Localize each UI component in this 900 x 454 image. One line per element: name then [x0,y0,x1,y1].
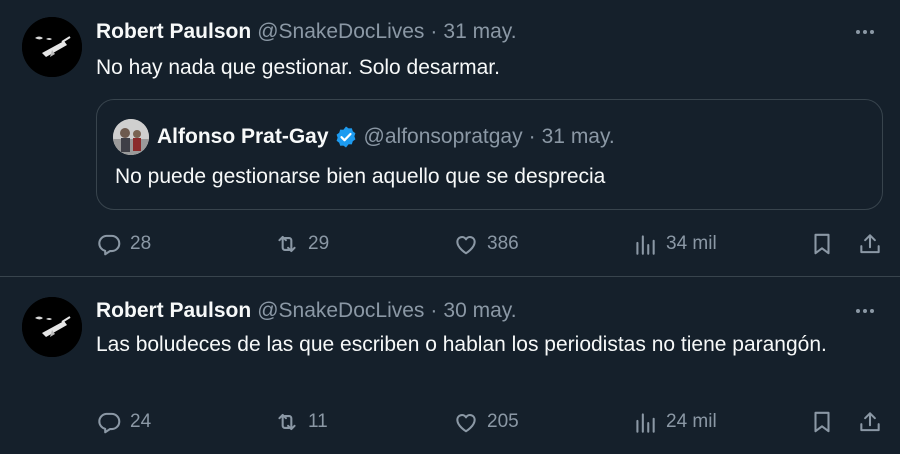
retweet-count: 11 [308,411,328,432]
separator-dot: · [430,20,438,43]
author-handle[interactable]: @SnakeDocLives [257,20,424,44]
like-button[interactable]: 205 [453,402,519,442]
more-dots-icon [856,309,860,313]
reply-icon [98,234,121,256]
bookmark-icon [814,411,830,433]
retweet-icon [278,235,296,253]
heart-icon [456,236,476,255]
views-chart-icon [636,235,655,255]
bookmark-button[interactable] [809,402,835,442]
reply-count: 24 [130,411,152,432]
tweet[interactable]: Robert Paulson @SnakeDocLives · 31 may. … [0,0,900,277]
quoted-author-name[interactable]: Alfonso Prat-Gay [157,125,329,149]
author-handle[interactable]: @SnakeDocLives [257,299,424,323]
tweet-actions: 28 29 386 34 mil [0,224,900,264]
quoted-avatar[interactable] [113,119,149,155]
retweet-button[interactable]: 29 [274,224,329,264]
quoted-tweet-date[interactable]: 31 may. [542,125,615,149]
quoted-tweet-text: No puede gestionarse bien aquello que se… [115,165,606,188]
views-chart-icon [636,413,655,433]
views-button[interactable]: 24 mil [632,402,717,442]
author-name[interactable]: Robert Paulson [96,20,251,44]
more-options-button[interactable] [850,296,880,326]
reply-icon [98,412,121,434]
tweet-date[interactable]: 31 may. [443,20,516,44]
retweet-icon [278,413,296,431]
timeline-feed: Robert Paulson @SnakeDocLives · 31 may. … [0,0,900,454]
separator-dot: · [430,299,438,322]
tweet-text: Las boludeces de las que escriben o habl… [96,333,827,356]
tweet-actions: 24 11 205 24 mil [0,402,900,442]
avatar-image-icon [22,297,82,357]
author-name[interactable]: Robert Paulson [96,299,251,323]
verified-badge-icon [334,125,358,149]
like-count: 386 [487,233,519,254]
separator-dot: · [528,125,536,148]
heart-icon [456,414,476,433]
bookmark-icon [814,233,830,255]
views-count: 34 mil [666,233,717,254]
retweet-button[interactable]: 11 [274,402,328,442]
more-options-button[interactable] [850,17,880,47]
share-icon [860,412,880,432]
quoted-tweet[interactable]: Alfonso Prat-Gay @alfonsopratgay · 31 ma… [96,99,883,210]
tweet[interactable]: Robert Paulson @SnakeDocLives · 30 may. … [0,277,900,454]
quoted-header: Alfonso Prat-Gay @alfonsopratgay · 31 ma… [157,122,615,152]
reply-button[interactable]: 28 [96,224,151,264]
views-button[interactable]: 34 mil [632,224,717,264]
more-dots-icon [856,30,860,34]
share-button[interactable] [857,224,883,264]
avatar[interactable] [22,297,82,357]
quoted-author-handle[interactable]: @alfonsopratgay [364,125,523,149]
tweet-date[interactable]: 30 may. [443,299,516,323]
share-button[interactable] [857,402,883,442]
views-count: 24 mil [666,411,717,432]
avatar[interactable] [22,17,82,77]
reply-count: 28 [130,233,152,254]
tweet-header: Robert Paulson @SnakeDocLives · 31 may. [96,17,880,47]
retweet-count: 29 [308,233,330,254]
share-icon [860,234,880,254]
tweet-text: No hay nada que gestionar. Solo desarmar… [96,56,500,79]
like-button[interactable]: 386 [453,224,519,264]
reply-button[interactable]: 24 [96,402,151,442]
bookmark-button[interactable] [809,224,835,264]
like-count: 205 [487,411,519,432]
tweet-header: Robert Paulson @SnakeDocLives · 30 may. [96,296,880,326]
avatar-image-icon [22,17,82,77]
quoted-avatar-image-icon [113,119,149,155]
